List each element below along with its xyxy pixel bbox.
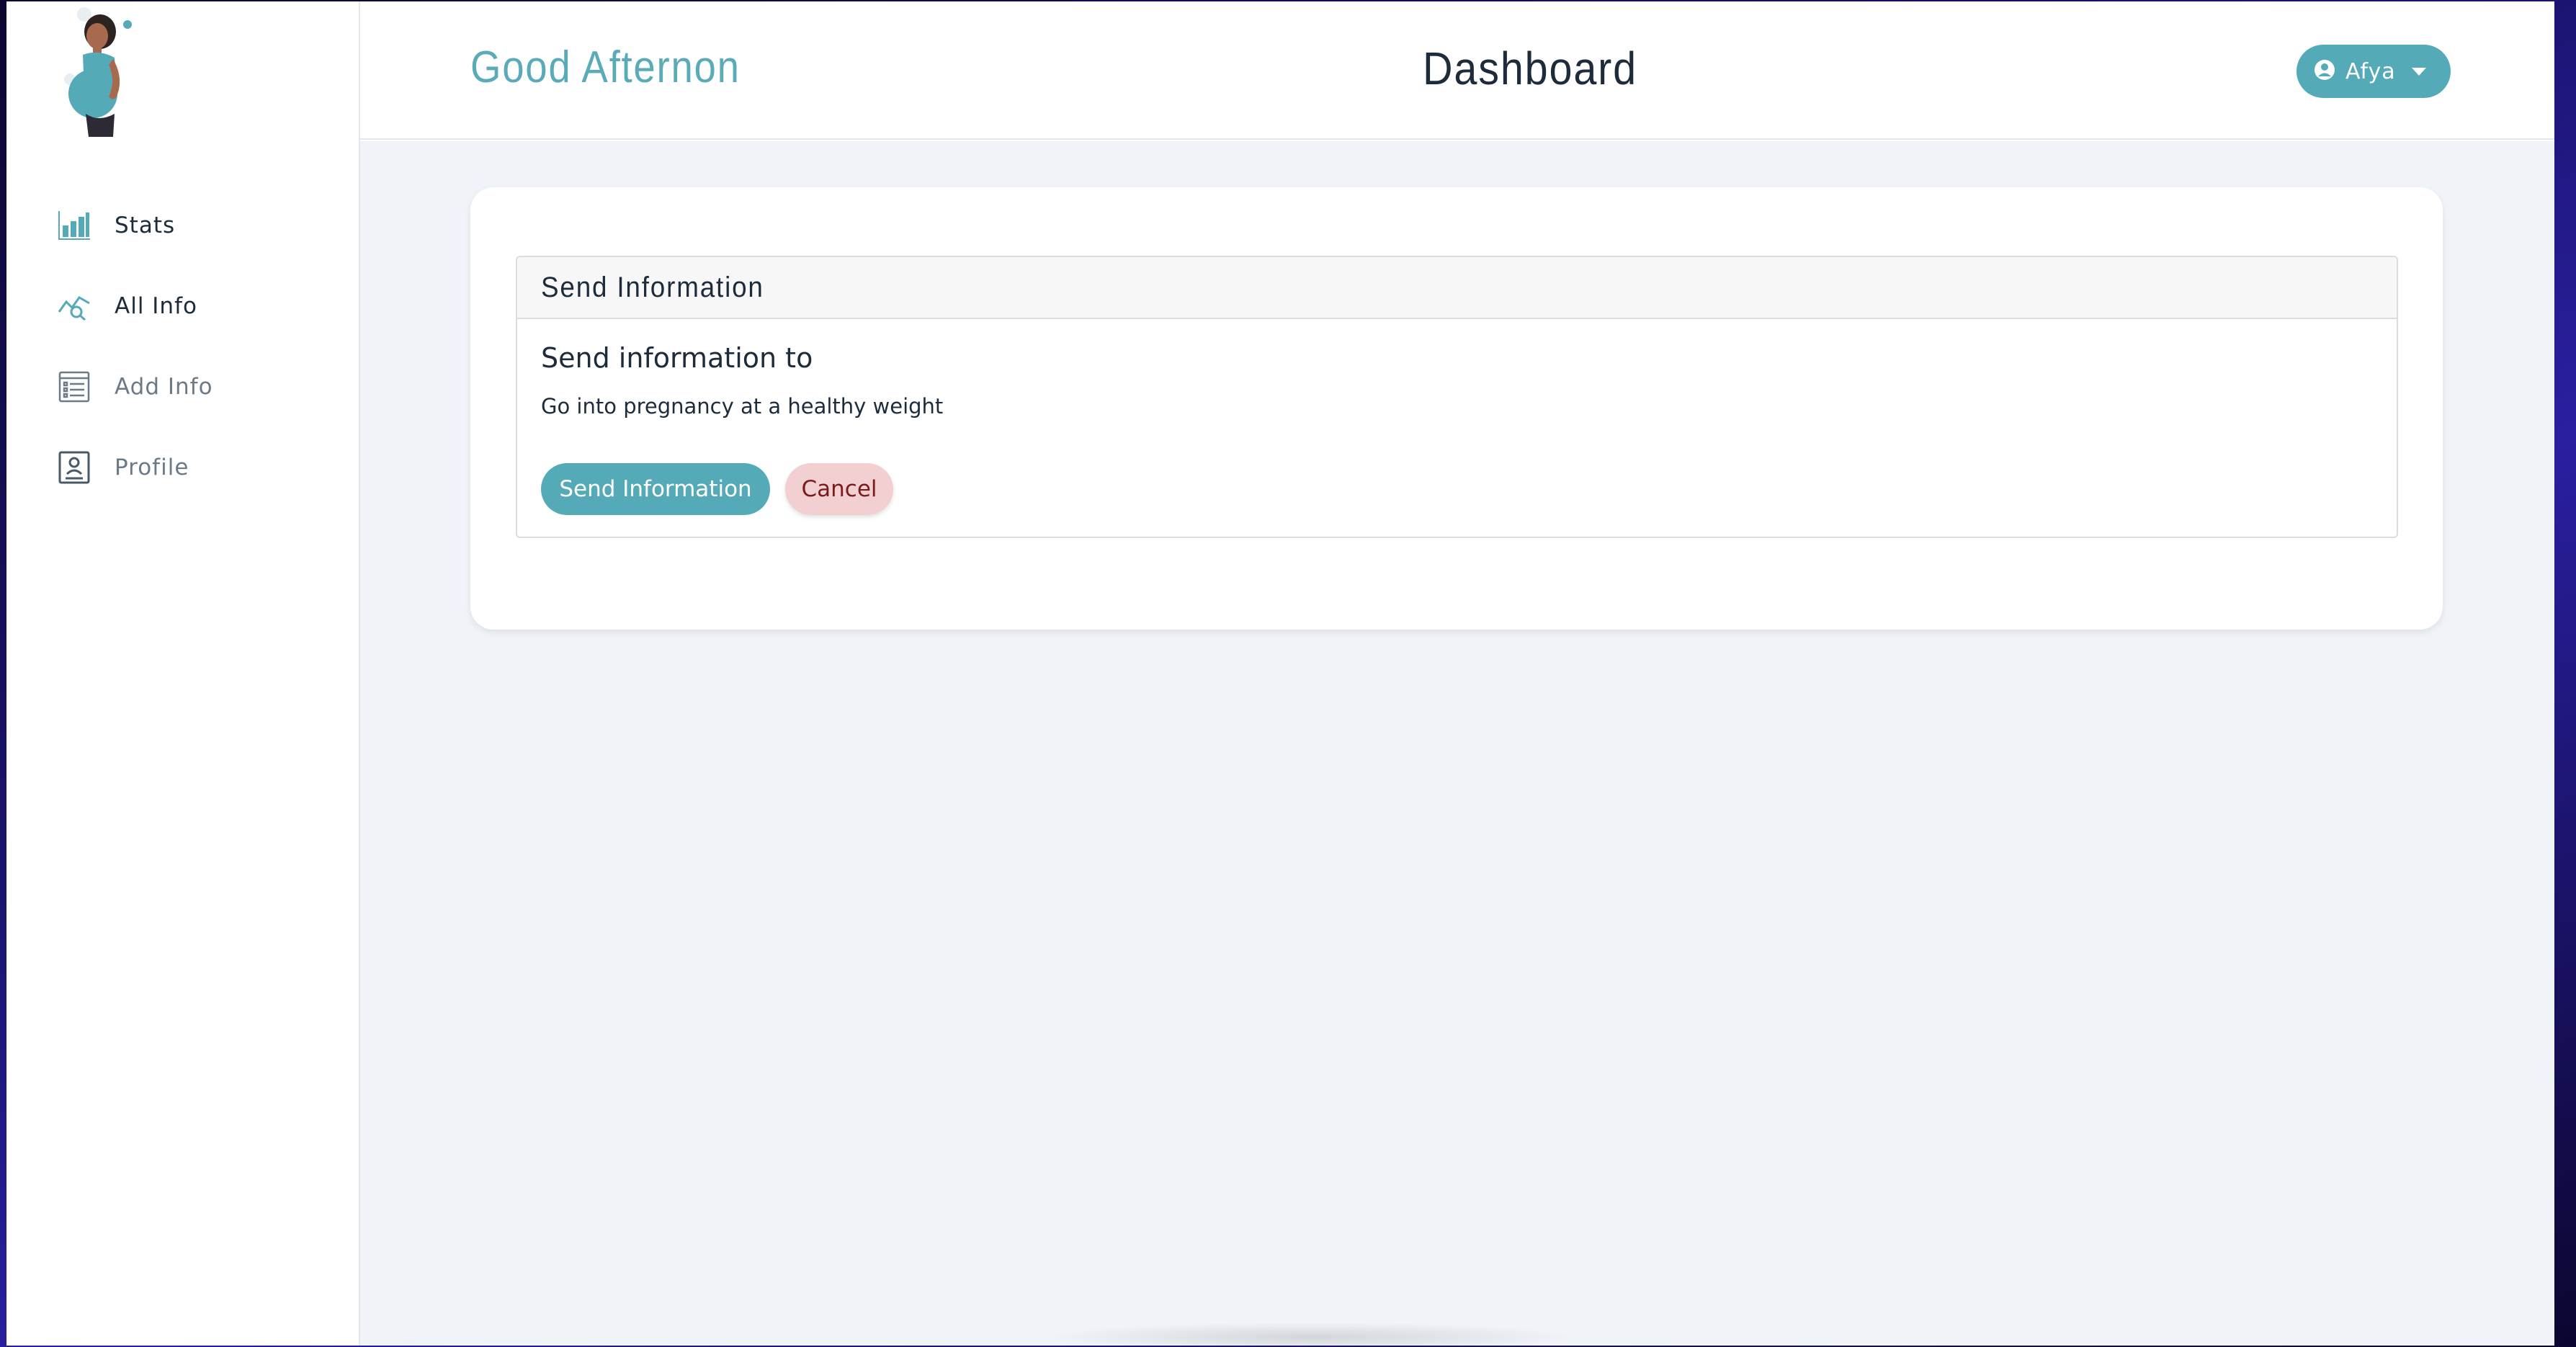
chevron-down-icon bbox=[2411, 67, 2426, 76]
send-information-panel: Send Information Send information to Go … bbox=[516, 256, 2398, 538]
pregnant-woman-illustration bbox=[55, 7, 149, 137]
cancel-button[interactable]: Cancel bbox=[785, 463, 893, 515]
bar-chart-icon bbox=[57, 208, 91, 243]
main-content: Send Information Send information to Go … bbox=[360, 141, 2554, 1346]
sidebar-item-add-info[interactable]: Add Info bbox=[57, 365, 331, 408]
app-logo[interactable] bbox=[55, 7, 149, 137]
sidebar-item-all-info[interactable]: All Info bbox=[57, 285, 331, 328]
user-menu-button[interactable]: Afya bbox=[2297, 45, 2451, 98]
form-list-icon bbox=[57, 370, 91, 404]
user-circle-icon bbox=[2314, 59, 2335, 84]
panel-subtitle: Send information to bbox=[541, 342, 813, 374]
send-information-button[interactable]: Send Information bbox=[541, 463, 770, 515]
sidebar: Stats All Info Add Info Profile bbox=[6, 1, 360, 1346]
sidebar-item-stats[interactable]: Stats bbox=[57, 204, 331, 247]
app-window: Stats All Info Add Info Profile Good Aft… bbox=[6, 1, 2554, 1346]
bottom-shadow bbox=[1045, 1323, 1578, 1346]
page-title: Dashboard bbox=[1423, 42, 1637, 94]
panel-title: Send Information bbox=[541, 271, 764, 303]
information-text: Go into pregnancy at a healthy weight bbox=[541, 394, 944, 419]
top-header: Good Afternon Dashboard Afya bbox=[360, 1, 2554, 140]
content-card: Send Information Send information to Go … bbox=[470, 187, 2443, 630]
sidebar-item-label: All Info bbox=[115, 293, 197, 319]
greeting-text: Good Afternon bbox=[470, 42, 741, 92]
trend-search-icon bbox=[57, 289, 91, 323]
panel-header: Send Information bbox=[517, 257, 2397, 319]
sidebar-item-label: Profile bbox=[115, 455, 189, 480]
user-name: Afya bbox=[2345, 58, 2396, 84]
profile-card-icon bbox=[57, 450, 91, 485]
sidebar-item-profile[interactable]: Profile bbox=[57, 446, 331, 489]
sidebar-item-label: Add Info bbox=[115, 374, 213, 400]
sidebar-item-label: Stats bbox=[115, 212, 176, 238]
